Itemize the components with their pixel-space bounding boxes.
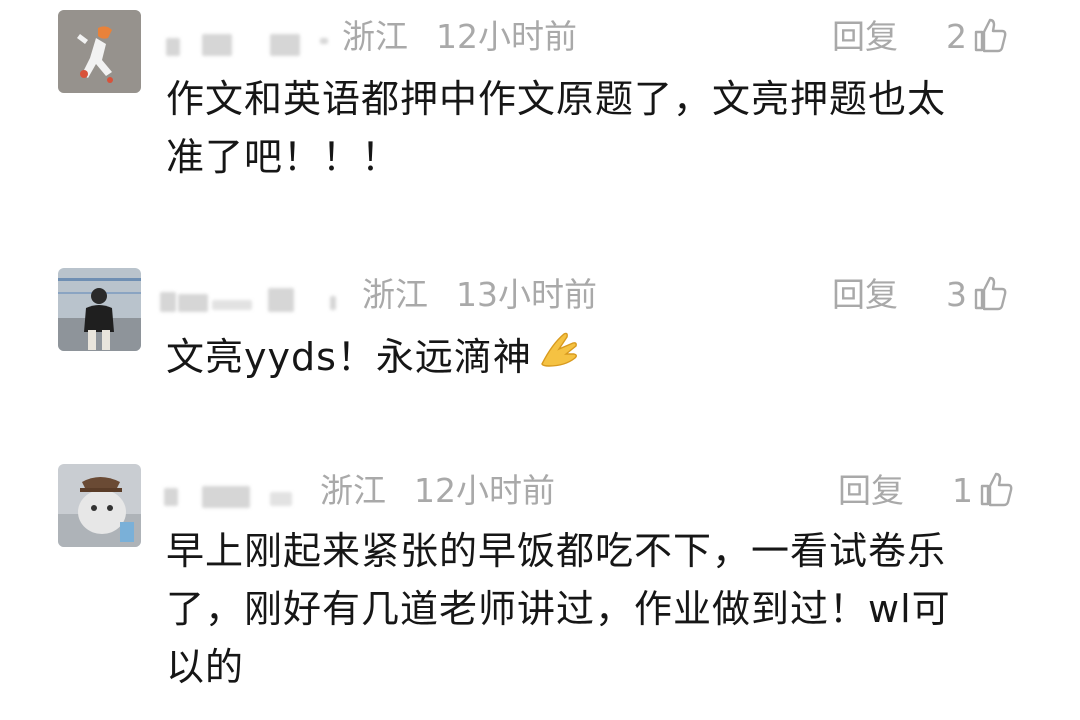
- comment-meta: 浙江 12小时前 回复 2: [160, 12, 1040, 62]
- like-button[interactable]: 1: [952, 466, 1015, 516]
- comment-line: 以的: [166, 645, 245, 689]
- region-label: 浙江: [342, 17, 408, 56]
- comment-text: 作文和英语都押中作文原题了，文亮押题也太 准了吧！！！: [166, 70, 1026, 186]
- like-count: 2: [946, 17, 967, 56]
- avatar[interactable]: [58, 464, 141, 547]
- timestamp: 12小时前: [414, 471, 555, 510]
- region-label: 浙江: [362, 275, 428, 314]
- comment-line: 文亮yyds！永远滴神: [166, 326, 1026, 388]
- thumbs-up-icon: [979, 471, 1015, 511]
- comment-text: 早上刚起来紧张的早饭都吃不下，一看试卷乐 了，刚好有几道老师讲过，作业做到过！w…: [166, 522, 1026, 696]
- like-button[interactable]: 3: [946, 270, 1009, 320]
- avatar[interactable]: [58, 268, 141, 351]
- comment-text: 文亮yyds！永远滴神: [166, 326, 1026, 388]
- reply-button[interactable]: 回复: [838, 470, 904, 512]
- like-count: 3: [946, 275, 967, 314]
- like-button[interactable]: 2: [946, 12, 1009, 62]
- like-count: 1: [952, 471, 973, 510]
- region-label: 浙江: [320, 471, 386, 510]
- pray-hands-emoji: [536, 326, 582, 388]
- comment-list: 浙江 12小时前 回复 2 作文和英语都押中作文原题了，文亮押题也太 准了吧！！…: [0, 0, 1080, 720]
- comment-meta: 浙江 13小时前 回复 3: [160, 270, 1040, 320]
- reply-button[interactable]: 回复: [832, 16, 898, 58]
- thumbs-up-icon: [973, 17, 1009, 57]
- comment-line: 作文和英语都押中作文原题了，文亮押题也太: [166, 77, 947, 121]
- timestamp: 12小时前: [436, 17, 577, 56]
- comment-line: 准了吧！！！: [166, 135, 401, 179]
- timestamp: 13小时前: [456, 275, 597, 314]
- avatar[interactable]: [58, 10, 141, 93]
- reply-button[interactable]: 回复: [832, 274, 898, 316]
- comment-meta: 浙江 12小时前 回复 1: [160, 466, 1040, 516]
- thumbs-up-icon: [973, 275, 1009, 315]
- comment-line: 早上刚起来紧张的早饭都吃不下，一看试卷乐: [166, 529, 947, 573]
- comment-line: 了，刚好有几道老师讲过，作业做到过！wl可: [166, 587, 951, 631]
